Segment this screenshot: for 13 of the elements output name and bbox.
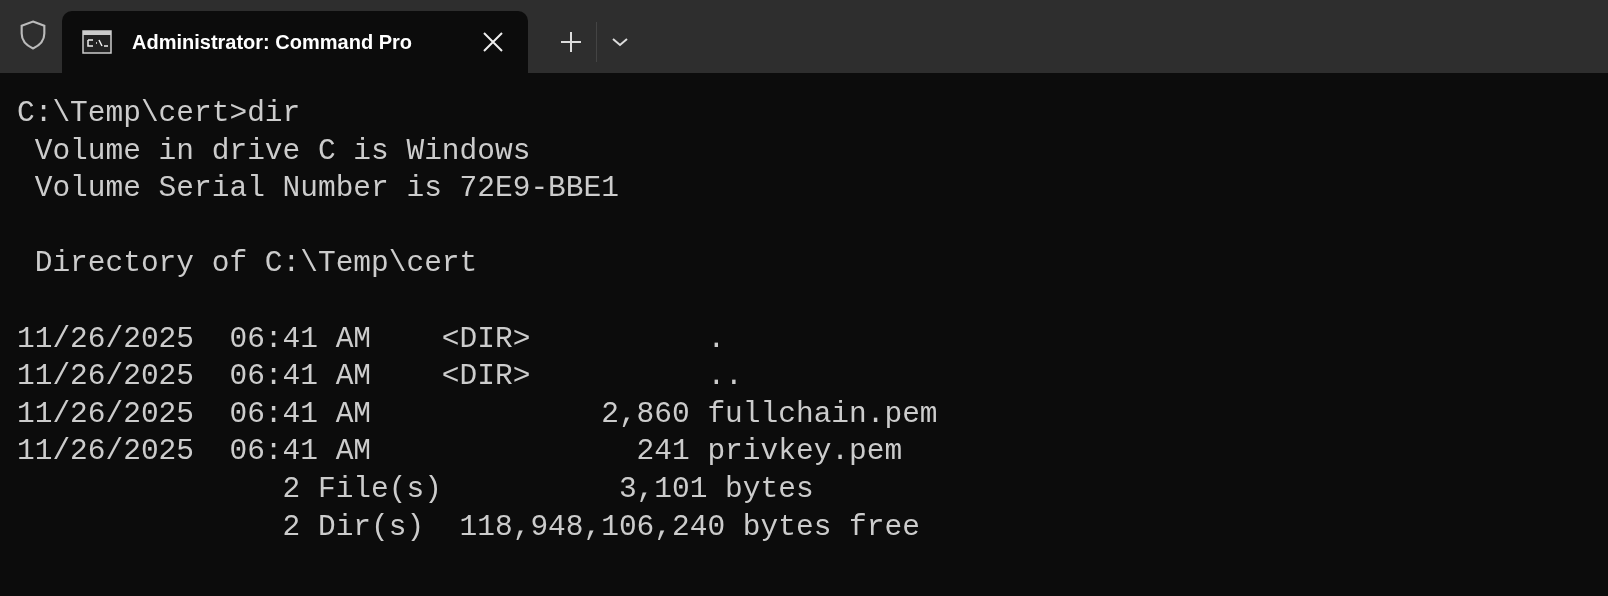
command-prompt-icon — [82, 30, 112, 54]
output-line: 11/26/2025 06:41 AM <DIR> .. — [17, 358, 743, 396]
tab[interactable]: Administrator: Command Pro — [62, 11, 528, 73]
output-line: 11/26/2025 06:41 AM <DIR> . — [17, 320, 726, 358]
tab-title: Administrator: Command Pro — [132, 30, 414, 55]
output-line: Volume in drive C is Windows — [33, 132, 531, 170]
output-line: 2 File(s) 3,101 bytes — [281, 470, 814, 508]
output-line: 11/26/2025 06:41 AM 2,860 fullchain.pem — [17, 395, 938, 433]
output-line: Directory of C:\Temp\cert — [33, 245, 478, 283]
output-line: Volume Serial Number is 72E9-BBE1 — [33, 170, 619, 208]
output-line: 2 Dir(s) 118,948,106,240 bytes free — [281, 508, 920, 546]
output-line: C:\Temp\cert>dir — [17, 95, 301, 132]
output-line: 11/26/2025 06:41 AM 241 privkey.pem — [17, 433, 903, 471]
